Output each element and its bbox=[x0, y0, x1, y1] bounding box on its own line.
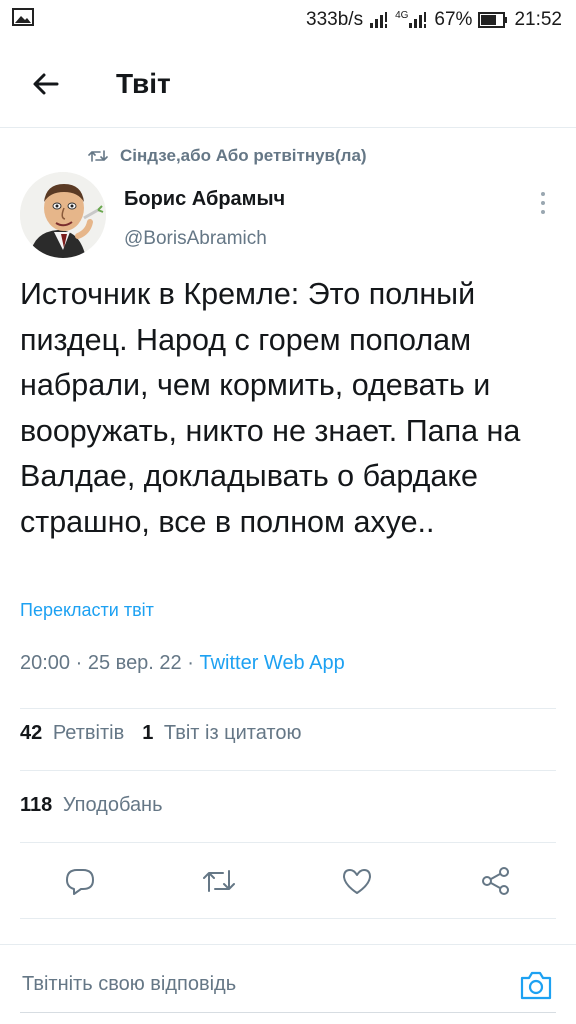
share-icon bbox=[481, 867, 509, 895]
likes-stat[interactable]: 118 Уподобань bbox=[20, 794, 163, 817]
camera-button[interactable] bbox=[516, 965, 556, 1005]
reply-button[interactable] bbox=[58, 859, 102, 903]
status-bar: 333b/s 4G 67% 21:52 bbox=[0, 0, 576, 40]
retweet-context-text: Сіндзе,або Або ретвітнув(ла) bbox=[120, 146, 367, 165]
back-button[interactable] bbox=[16, 54, 76, 114]
avatar[interactable] bbox=[20, 172, 106, 258]
tweet-time: 20:00 bbox=[20, 652, 71, 674]
quotes-label: Твіт із цитатою bbox=[163, 722, 302, 744]
like-button[interactable] bbox=[335, 859, 379, 903]
tweet-date: 25 вер. 22 bbox=[87, 652, 182, 674]
retweets-count: 42 bbox=[20, 722, 43, 744]
divider bbox=[20, 842, 556, 843]
reply-input-underline bbox=[20, 1012, 556, 1013]
tweet-text: Источник в Кремле: Это полный пиздец. На… bbox=[20, 277, 521, 539]
image-notification-icon bbox=[12, 8, 34, 32]
likes-count: 118 bbox=[20, 794, 53, 816]
quotes-stat[interactable]: 1 Твіт із цитатою bbox=[142, 722, 301, 745]
retweet-button[interactable] bbox=[197, 859, 241, 903]
arrow-left-icon bbox=[33, 73, 59, 94]
signal-icon bbox=[369, 11, 389, 29]
heart-icon bbox=[343, 869, 372, 894]
top-app-bar: Твіт bbox=[0, 40, 576, 128]
translate-tweet-link[interactable]: Перекласти твіт bbox=[20, 600, 154, 621]
retweet-icon bbox=[88, 150, 108, 162]
retweet-stats: 42 Ретвітів 1 Твіт із цитатою bbox=[20, 722, 302, 745]
battery-level: 67% bbox=[434, 9, 473, 30]
divider bbox=[20, 918, 556, 919]
network-speed: 333b/s bbox=[306, 9, 364, 30]
4g-signal-icon: 4G bbox=[395, 11, 428, 29]
retweet-context[interactable]: Сіндзе,або Або ретвітнув(ла) bbox=[88, 140, 367, 172]
more-vertical-icon bbox=[541, 192, 545, 196]
page-title: Твіт bbox=[116, 67, 171, 99]
clock: 21:52 bbox=[514, 9, 562, 30]
tweet-actions bbox=[20, 848, 556, 914]
quotes-count: 1 bbox=[142, 722, 154, 744]
divider bbox=[20, 708, 556, 709]
battery-icon bbox=[478, 12, 508, 28]
tweet-screen: 333b/s 4G 67% 21:52 Твіт Сіндзе,або Або … bbox=[0, 0, 576, 1024]
reply-icon bbox=[66, 869, 94, 895]
divider bbox=[20, 770, 556, 771]
tweet-source-link[interactable]: Twitter Web App bbox=[199, 652, 344, 674]
retweet-icon bbox=[202, 870, 235, 892]
more-options-button[interactable] bbox=[530, 188, 556, 218]
retweets-stat[interactable]: 42 Ретвітів bbox=[20, 722, 124, 745]
tweet-meta: 20:00 · 25 вер. 22 · Twitter Web App bbox=[20, 652, 345, 674]
author-handle[interactable]: @BorisAbramich bbox=[124, 228, 267, 250]
author-name[interactable]: Борис Абрамыч bbox=[124, 188, 285, 211]
network-type: 4G bbox=[395, 10, 409, 21]
reply-input[interactable]: Твітніть свою відповідь bbox=[22, 973, 516, 996]
share-button[interactable] bbox=[474, 859, 518, 903]
camera-icon bbox=[520, 971, 552, 999]
likes-label: Уподобань bbox=[62, 794, 163, 816]
retweets-label: Ретвітів bbox=[52, 722, 125, 744]
